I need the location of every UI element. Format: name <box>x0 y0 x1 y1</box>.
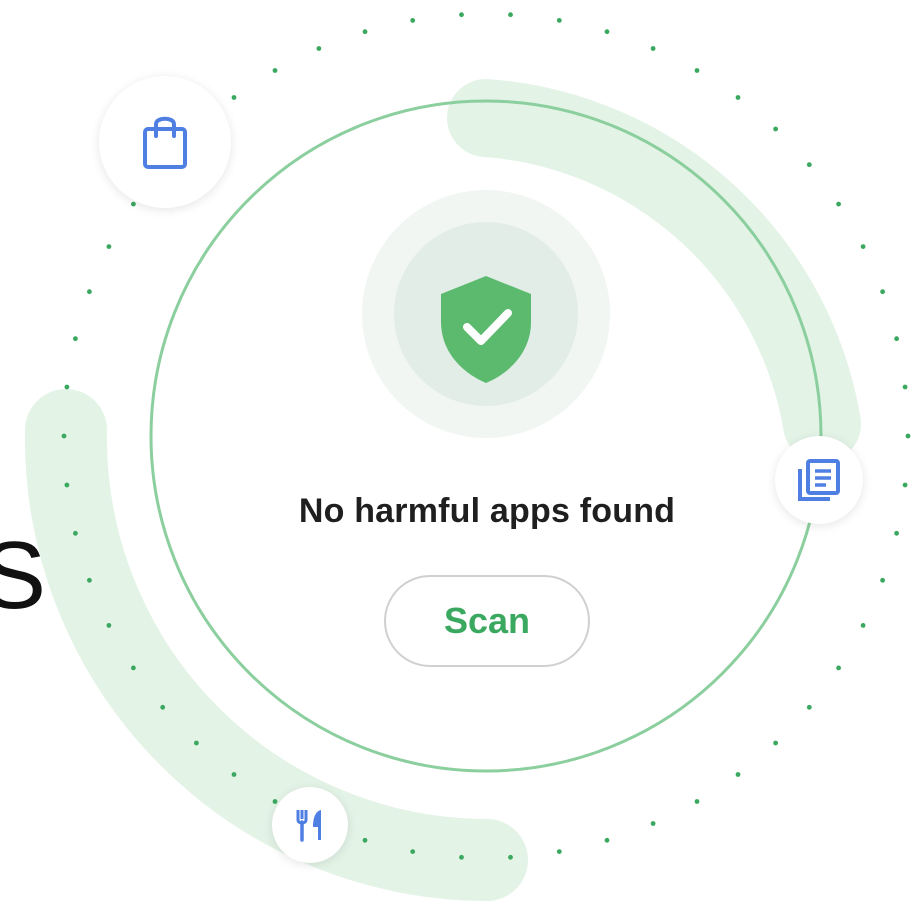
shopping-category-bubble <box>99 76 231 208</box>
ring-dot <box>160 704 166 710</box>
ring-dot <box>556 18 562 23</box>
ring-dot <box>131 201 136 207</box>
document-list-icon <box>798 459 840 501</box>
ring-dot <box>131 665 136 671</box>
ring-dot <box>64 482 70 488</box>
ring-dot <box>410 849 416 854</box>
ring-dot <box>459 854 464 860</box>
ring-dot <box>556 849 562 854</box>
ring-dot <box>604 837 610 843</box>
ring-dot <box>836 201 841 207</box>
ring-dot <box>905 433 911 439</box>
ring-dot <box>64 384 70 390</box>
ring-dot <box>231 772 237 777</box>
ring-dot <box>773 740 778 746</box>
scan-button[interactable]: Scan <box>384 575 590 667</box>
ring-dot <box>459 12 464 18</box>
news-category-bubble <box>775 436 863 524</box>
ring-dot <box>508 12 513 18</box>
ring-dot <box>61 433 67 439</box>
ring-dot <box>73 530 78 536</box>
ring-dot <box>316 46 322 51</box>
ring-dot <box>106 244 112 250</box>
scan-status-message: No harmful apps found <box>298 492 676 530</box>
ring-dot <box>773 126 778 132</box>
ring-dot <box>806 704 812 710</box>
ring-dot <box>87 289 92 295</box>
partial-heading-text: S <box>0 522 47 629</box>
ring-dot <box>362 29 368 35</box>
ring-dot <box>902 482 908 488</box>
ring-dot <box>508 854 513 860</box>
ring-dot <box>362 837 368 843</box>
ring-dot <box>880 577 885 583</box>
ring-dot <box>106 623 112 628</box>
ring-dot <box>806 162 812 168</box>
ring-dot <box>73 336 78 342</box>
ring-dot <box>860 623 866 628</box>
ring-dot <box>650 821 656 826</box>
ring-dot <box>880 289 885 295</box>
ring-dot <box>735 95 741 100</box>
ring-dot <box>650 46 656 51</box>
ring-dot <box>604 29 610 35</box>
food-category-bubble <box>272 787 348 863</box>
ring-dot <box>272 68 278 73</box>
ring-dot <box>836 665 841 671</box>
ring-dot <box>894 530 899 536</box>
ring-dot <box>231 95 237 100</box>
shopping-bag-icon <box>143 116 187 169</box>
ring-dot <box>694 68 700 73</box>
ring-dot <box>194 740 199 746</box>
ring-dot <box>902 384 908 390</box>
ring-dot <box>410 18 416 23</box>
ring-dot <box>735 772 741 777</box>
restaurant-icon <box>296 810 321 842</box>
ring-dot <box>894 336 899 342</box>
ring-dot <box>87 577 92 583</box>
ring-dot <box>272 799 278 804</box>
ring-dot <box>694 799 700 804</box>
ring-dot <box>860 244 866 250</box>
